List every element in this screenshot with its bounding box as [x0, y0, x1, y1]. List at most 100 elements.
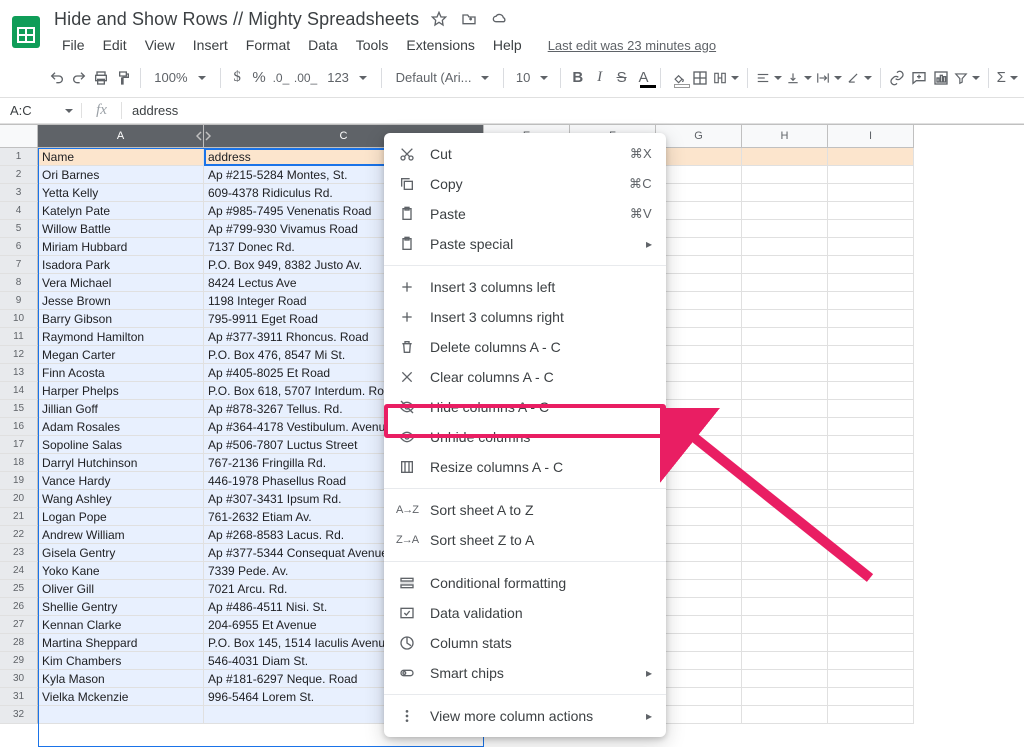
cell[interactable]	[828, 544, 914, 562]
cell[interactable]	[742, 562, 828, 580]
cell[interactable]: Vera Michael	[38, 274, 204, 292]
row-header[interactable]: 7	[0, 256, 38, 274]
cell[interactable]	[828, 598, 914, 616]
context-menu-item[interactable]: A→ZSort sheet A to Z	[384, 495, 666, 525]
row-header[interactable]: 31	[0, 688, 38, 706]
row-header[interactable]: 30	[0, 670, 38, 688]
cell[interactable]: Andrew William	[38, 526, 204, 544]
font-combo[interactable]: Default (Ari...	[390, 65, 496, 91]
menu-edit[interactable]: Edit	[95, 33, 135, 57]
row-header[interactable]: 32	[0, 706, 38, 724]
chart-button[interactable]	[932, 65, 950, 91]
wrap-button[interactable]	[816, 65, 842, 91]
row-header[interactable]: 24	[0, 562, 38, 580]
cell[interactable]	[742, 490, 828, 508]
row-header[interactable]: 11	[0, 328, 38, 346]
cell[interactable]: Katelyn Pate	[38, 202, 204, 220]
cell[interactable]	[656, 652, 742, 670]
cell[interactable]	[742, 256, 828, 274]
row-header[interactable]: 21	[0, 508, 38, 526]
cell[interactable]	[656, 688, 742, 706]
row-header[interactable]: 4	[0, 202, 38, 220]
cell[interactable]	[656, 508, 742, 526]
cell[interactable]	[828, 328, 914, 346]
column-header-H[interactable]: H	[742, 125, 828, 148]
cell[interactable]	[828, 688, 914, 706]
bold-button[interactable]: B	[569, 65, 587, 91]
cell[interactable]	[828, 202, 914, 220]
context-menu-item[interactable]: Hide columns A - C	[384, 392, 666, 422]
rotate-button[interactable]	[846, 65, 872, 91]
row-header[interactable]: 25	[0, 580, 38, 598]
row-header[interactable]: 20	[0, 490, 38, 508]
last-edit-link[interactable]: Last edit was 23 minutes ago	[548, 38, 716, 53]
row-header[interactable]: 18	[0, 454, 38, 472]
italic-button[interactable]: I	[591, 65, 609, 91]
cell[interactable]	[742, 598, 828, 616]
cell[interactable]: Barry Gibson	[38, 310, 204, 328]
menu-file[interactable]: File	[54, 33, 93, 57]
row-header[interactable]: 16	[0, 418, 38, 436]
undo-button[interactable]	[48, 65, 66, 91]
cell[interactable]	[828, 220, 914, 238]
cell[interactable]	[828, 256, 914, 274]
currency-button[interactable]: $	[228, 65, 246, 91]
redo-button[interactable]	[70, 65, 88, 91]
cell[interactable]	[656, 706, 742, 724]
context-menu-item[interactable]: Conditional formatting	[384, 568, 666, 598]
row-header[interactable]: 17	[0, 436, 38, 454]
cell[interactable]	[742, 364, 828, 382]
cell[interactable]: Adam Rosales	[38, 418, 204, 436]
cell[interactable]	[742, 634, 828, 652]
cell[interactable]	[656, 436, 742, 454]
context-menu-item[interactable]: Z→ASort sheet Z to A	[384, 525, 666, 555]
row-header[interactable]: 6	[0, 238, 38, 256]
comment-button[interactable]	[910, 65, 928, 91]
cell[interactable]	[828, 382, 914, 400]
filter-button[interactable]	[954, 65, 980, 91]
increase-decimal-button[interactable]: .00_	[294, 65, 317, 91]
merge-button[interactable]	[713, 65, 739, 91]
cell[interactable]	[656, 364, 742, 382]
cell[interactable]	[656, 580, 742, 598]
cell[interactable]	[656, 202, 742, 220]
select-all-corner[interactable]	[0, 125, 38, 148]
cell[interactable]: Wang Ashley	[38, 490, 204, 508]
cell[interactable]: Willow Battle	[38, 220, 204, 238]
sheets-logo[interactable]	[8, 8, 44, 56]
menu-insert[interactable]: Insert	[185, 33, 236, 57]
cell[interactable]: Raymond Hamilton	[38, 328, 204, 346]
cell[interactable]	[742, 310, 828, 328]
cell[interactable]	[656, 616, 742, 634]
decrease-decimal-button[interactable]: .0_	[272, 65, 290, 91]
cell[interactable]	[828, 562, 914, 580]
menu-help[interactable]: Help	[485, 33, 530, 57]
hidden-col-indicator-icon[interactable]	[203, 129, 213, 143]
context-menu-item[interactable]: Unhide columns	[384, 422, 666, 452]
cell[interactable]	[742, 616, 828, 634]
cell[interactable]	[742, 472, 828, 490]
cell[interactable]	[742, 184, 828, 202]
cell[interactable]	[656, 328, 742, 346]
context-menu-item[interactable]: Insert 3 columns right	[384, 302, 666, 332]
cell[interactable]	[742, 418, 828, 436]
fill-color-button[interactable]	[669, 65, 687, 91]
percent-button[interactable]: %	[250, 65, 268, 91]
cell[interactable]	[656, 256, 742, 274]
name-box[interactable]: A:C	[0, 103, 82, 118]
row-header[interactable]: 27	[0, 616, 38, 634]
row-header[interactable]: 1	[0, 148, 38, 166]
cell[interactable]	[656, 166, 742, 184]
cell[interactable]	[828, 634, 914, 652]
cell[interactable]	[656, 238, 742, 256]
cell[interactable]	[742, 274, 828, 292]
cell[interactable]: Ori Barnes	[38, 166, 204, 184]
cell[interactable]	[742, 580, 828, 598]
row-header[interactable]: 5	[0, 220, 38, 238]
column-header-G[interactable]: G	[656, 125, 742, 148]
paint-format-button[interactable]	[114, 65, 132, 91]
cell[interactable]	[656, 184, 742, 202]
cell[interactable]: Yetta Kelly	[38, 184, 204, 202]
cell[interactable]	[828, 292, 914, 310]
context-menu-item[interactable]: Delete columns A - C	[384, 332, 666, 362]
